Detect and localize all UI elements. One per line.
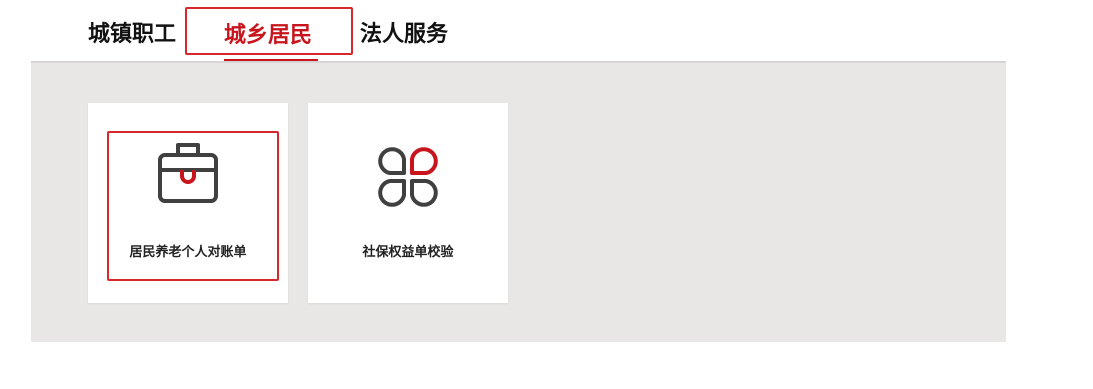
card-resident-pension-statement[interactable]: 居民养老个人对账单 (88, 103, 288, 303)
briefcase-icon (148, 137, 228, 217)
service-panel: 居民养老个人对账单 社保权益单校验 (31, 61, 1006, 342)
tab-urban-rural-resident[interactable]: 城乡居民 (185, 7, 353, 55)
clover-icon (368, 137, 448, 217)
tab-urban-rural-resident-label: 城乡居民 (224, 23, 313, 48)
tab-urban-employee[interactable]: 城镇职工 (88, 18, 176, 52)
tab-bar: 城镇职工 城乡居民 法人服务 (0, 0, 1093, 62)
card-social-security-verification[interactable]: 社保权益单校验 (308, 103, 508, 303)
card-label: 居民养老个人对账单 (129, 245, 247, 260)
tab-legal-person-service[interactable]: 法人服务 (360, 18, 448, 52)
card-label: 社保权益单校验 (362, 245, 454, 260)
